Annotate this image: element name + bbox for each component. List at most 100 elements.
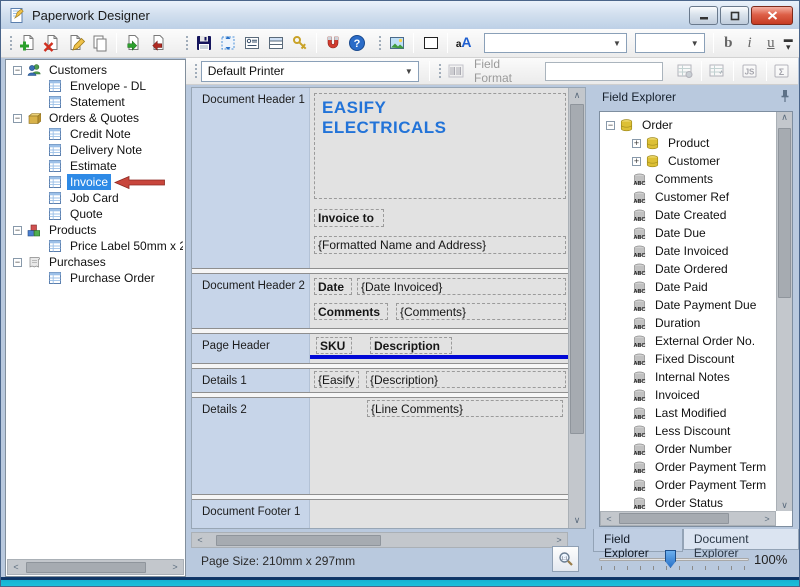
- section-layout-button[interactable]: [264, 31, 288, 55]
- insert-text-button[interactable]: aA: [452, 31, 476, 55]
- field-tree-item[interactable]: ABC Invoiced: [604, 386, 775, 404]
- properties-button[interactable]: [240, 31, 264, 55]
- section-content[interactable]: Date{Date Invoiced}Comments{Comments}: [310, 274, 569, 328]
- field-tree-item[interactable]: ABC Customer Ref: [604, 188, 775, 206]
- field-tree-item[interactable]: ABC Date Invoiced: [604, 242, 775, 260]
- field-tree-item[interactable]: ABC Order Payment Term: [604, 458, 775, 476]
- tree-horizontal-scrollbar[interactable]: < >: [7, 559, 184, 575]
- scroll-left-icon[interactable]: <: [601, 512, 617, 525]
- field-tree-item[interactable]: ABC Date Payment Due: [604, 296, 775, 314]
- italic-button[interactable]: i: [739, 31, 760, 55]
- expander-minus-icon[interactable]: −: [13, 114, 22, 123]
- field-tree-item[interactable]: + Product: [604, 134, 775, 152]
- expander-minus-icon[interactable]: −: [13, 258, 22, 267]
- help-button[interactable]: ?: [345, 31, 369, 55]
- field-format-apply-button[interactable]: [706, 59, 729, 83]
- field-tree-item[interactable]: ABC Less Discount: [604, 422, 775, 440]
- insert-rectangle-button[interactable]: [418, 31, 442, 55]
- scroll-up-icon[interactable]: ∧: [569, 88, 585, 103]
- scroll-right-icon[interactable]: >: [167, 560, 183, 574]
- scroll-left-icon[interactable]: <: [8, 560, 24, 574]
- field-tree-item[interactable]: ABC Date Due: [604, 224, 775, 242]
- field-tree-item[interactable]: + Customer: [604, 152, 775, 170]
- design-field[interactable]: {Easify: [314, 371, 359, 388]
- design-field[interactable]: SKU: [316, 337, 352, 354]
- design-field[interactable]: Comments: [314, 303, 388, 320]
- new-document-button[interactable]: [16, 31, 40, 55]
- zoom-slider[interactable]: [599, 547, 749, 573]
- field-tree-item[interactable]: ABC Order Payment Term: [604, 476, 775, 494]
- minimize-button[interactable]: [689, 6, 718, 25]
- tree-item[interactable]: Price Label 50mm x 2: [8, 238, 183, 254]
- magnet-snap-button[interactable]: [321, 31, 345, 55]
- expander-minus-icon[interactable]: −: [13, 226, 22, 235]
- design-field[interactable]: Description: [370, 337, 452, 354]
- field-format-table-button[interactable]: [673, 59, 696, 83]
- tree-item[interactable]: Statement: [8, 94, 183, 110]
- font-size-select[interactable]: ▼: [635, 33, 705, 53]
- close-button[interactable]: [751, 6, 793, 25]
- field-tree-item[interactable]: ABC Date Ordered: [604, 260, 775, 278]
- toolbar-overflow-button[interactable]: ▬▾: [781, 35, 795, 51]
- design-field[interactable]: {Description}: [366, 371, 566, 388]
- field-tree-item[interactable]: ABC Date Paid: [604, 278, 775, 296]
- section-content[interactable]: {Easify {Description}: [310, 369, 569, 392]
- field-tree-item[interactable]: ABC Order Number: [604, 440, 775, 458]
- expander-plus-icon[interactable]: +: [632, 139, 641, 148]
- section-content[interactable]: SKU Description: [310, 334, 569, 363]
- design-field[interactable]: {Line Comments}: [367, 400, 563, 417]
- tree-item[interactable]: − Products: [8, 222, 183, 238]
- script-sum-button[interactable]: Σ: [771, 59, 794, 83]
- section-content[interactable]: EASIFY ELECTRICALS Invoice to {Formatted N…: [310, 88, 569, 268]
- delete-document-button[interactable]: [40, 31, 64, 55]
- zoom-magnifier-button[interactable]: 1:1: [552, 546, 579, 572]
- underline-button[interactable]: u: [760, 31, 781, 55]
- save-button[interactable]: [192, 31, 216, 55]
- design-field[interactable]: Invoice to: [314, 209, 384, 227]
- design-field[interactable]: {Date Invoiced}: [357, 278, 566, 295]
- field-tree-item[interactable]: − Order: [604, 116, 775, 134]
- field-format-input[interactable]: [545, 62, 663, 81]
- edit-document-button[interactable]: [64, 31, 88, 55]
- canvas-vertical-scrollbar[interactable]: ∧ ∨: [568, 88, 585, 528]
- scroll-left-icon[interactable]: <: [192, 533, 208, 547]
- section-content[interactable]: {Line Comments}: [310, 398, 569, 494]
- fit-to-window-button[interactable]: [216, 31, 240, 55]
- scroll-down-icon[interactable]: ∨: [569, 513, 585, 528]
- design-field[interactable]: {Comments}: [396, 303, 566, 320]
- bold-button[interactable]: b: [718, 31, 739, 55]
- insert-image-button[interactable]: [385, 31, 409, 55]
- field-tree-item[interactable]: ABC External Order No.: [604, 332, 775, 350]
- tree-item[interactable]: − Purchases: [8, 254, 183, 270]
- field-list-vertical-scrollbar[interactable]: ∧ ∨: [776, 112, 792, 511]
- canvas-horizontal-scrollbar[interactable]: < >: [191, 532, 568, 548]
- scrollbar-thumb[interactable]: [216, 535, 381, 546]
- copy-document-button[interactable]: [88, 31, 112, 55]
- field-tree-item[interactable]: ABC Comments: [604, 170, 775, 188]
- permissions-key-button[interactable]: [288, 31, 312, 55]
- tree-item[interactable]: Credit Note: [8, 126, 183, 142]
- tree-item[interactable]: Envelope - DL: [8, 78, 183, 94]
- scroll-down-icon[interactable]: ∨: [777, 500, 792, 511]
- export-document-button[interactable]: [146, 31, 170, 55]
- tree-item[interactable]: Job Card: [8, 190, 183, 206]
- design-field[interactable]: {Formatted Name and Address}: [314, 236, 566, 254]
- barcode-format-button[interactable]: [445, 59, 468, 83]
- scroll-right-icon[interactable]: >: [551, 533, 567, 547]
- field-tree-item[interactable]: ABC Last Modified: [604, 404, 775, 422]
- field-tree-item[interactable]: ABC Order Status: [604, 494, 775, 510]
- tree-item[interactable]: Delivery Note: [8, 142, 183, 158]
- section-content[interactable]: [310, 500, 569, 528]
- tree-item[interactable]: − Customers: [8, 62, 183, 78]
- toolbar-grip[interactable]: [184, 34, 189, 52]
- scroll-right-icon[interactable]: >: [759, 512, 775, 525]
- field-tree-item[interactable]: ABC Fixed Discount: [604, 350, 775, 368]
- field-tree-item[interactable]: ABC Duration: [604, 314, 775, 332]
- tree-item[interactable]: Estimate: [8, 158, 183, 174]
- tree-item[interactable]: − Orders & Quotes: [8, 110, 183, 126]
- design-field[interactable]: EASIFY ELECTRICALS: [314, 93, 566, 199]
- scroll-up-icon[interactable]: ∧: [777, 112, 792, 123]
- expander-plus-icon[interactable]: +: [632, 157, 641, 166]
- import-document-button[interactable]: [121, 31, 145, 55]
- field-tree-item[interactable]: ABC Internal Notes: [604, 368, 775, 386]
